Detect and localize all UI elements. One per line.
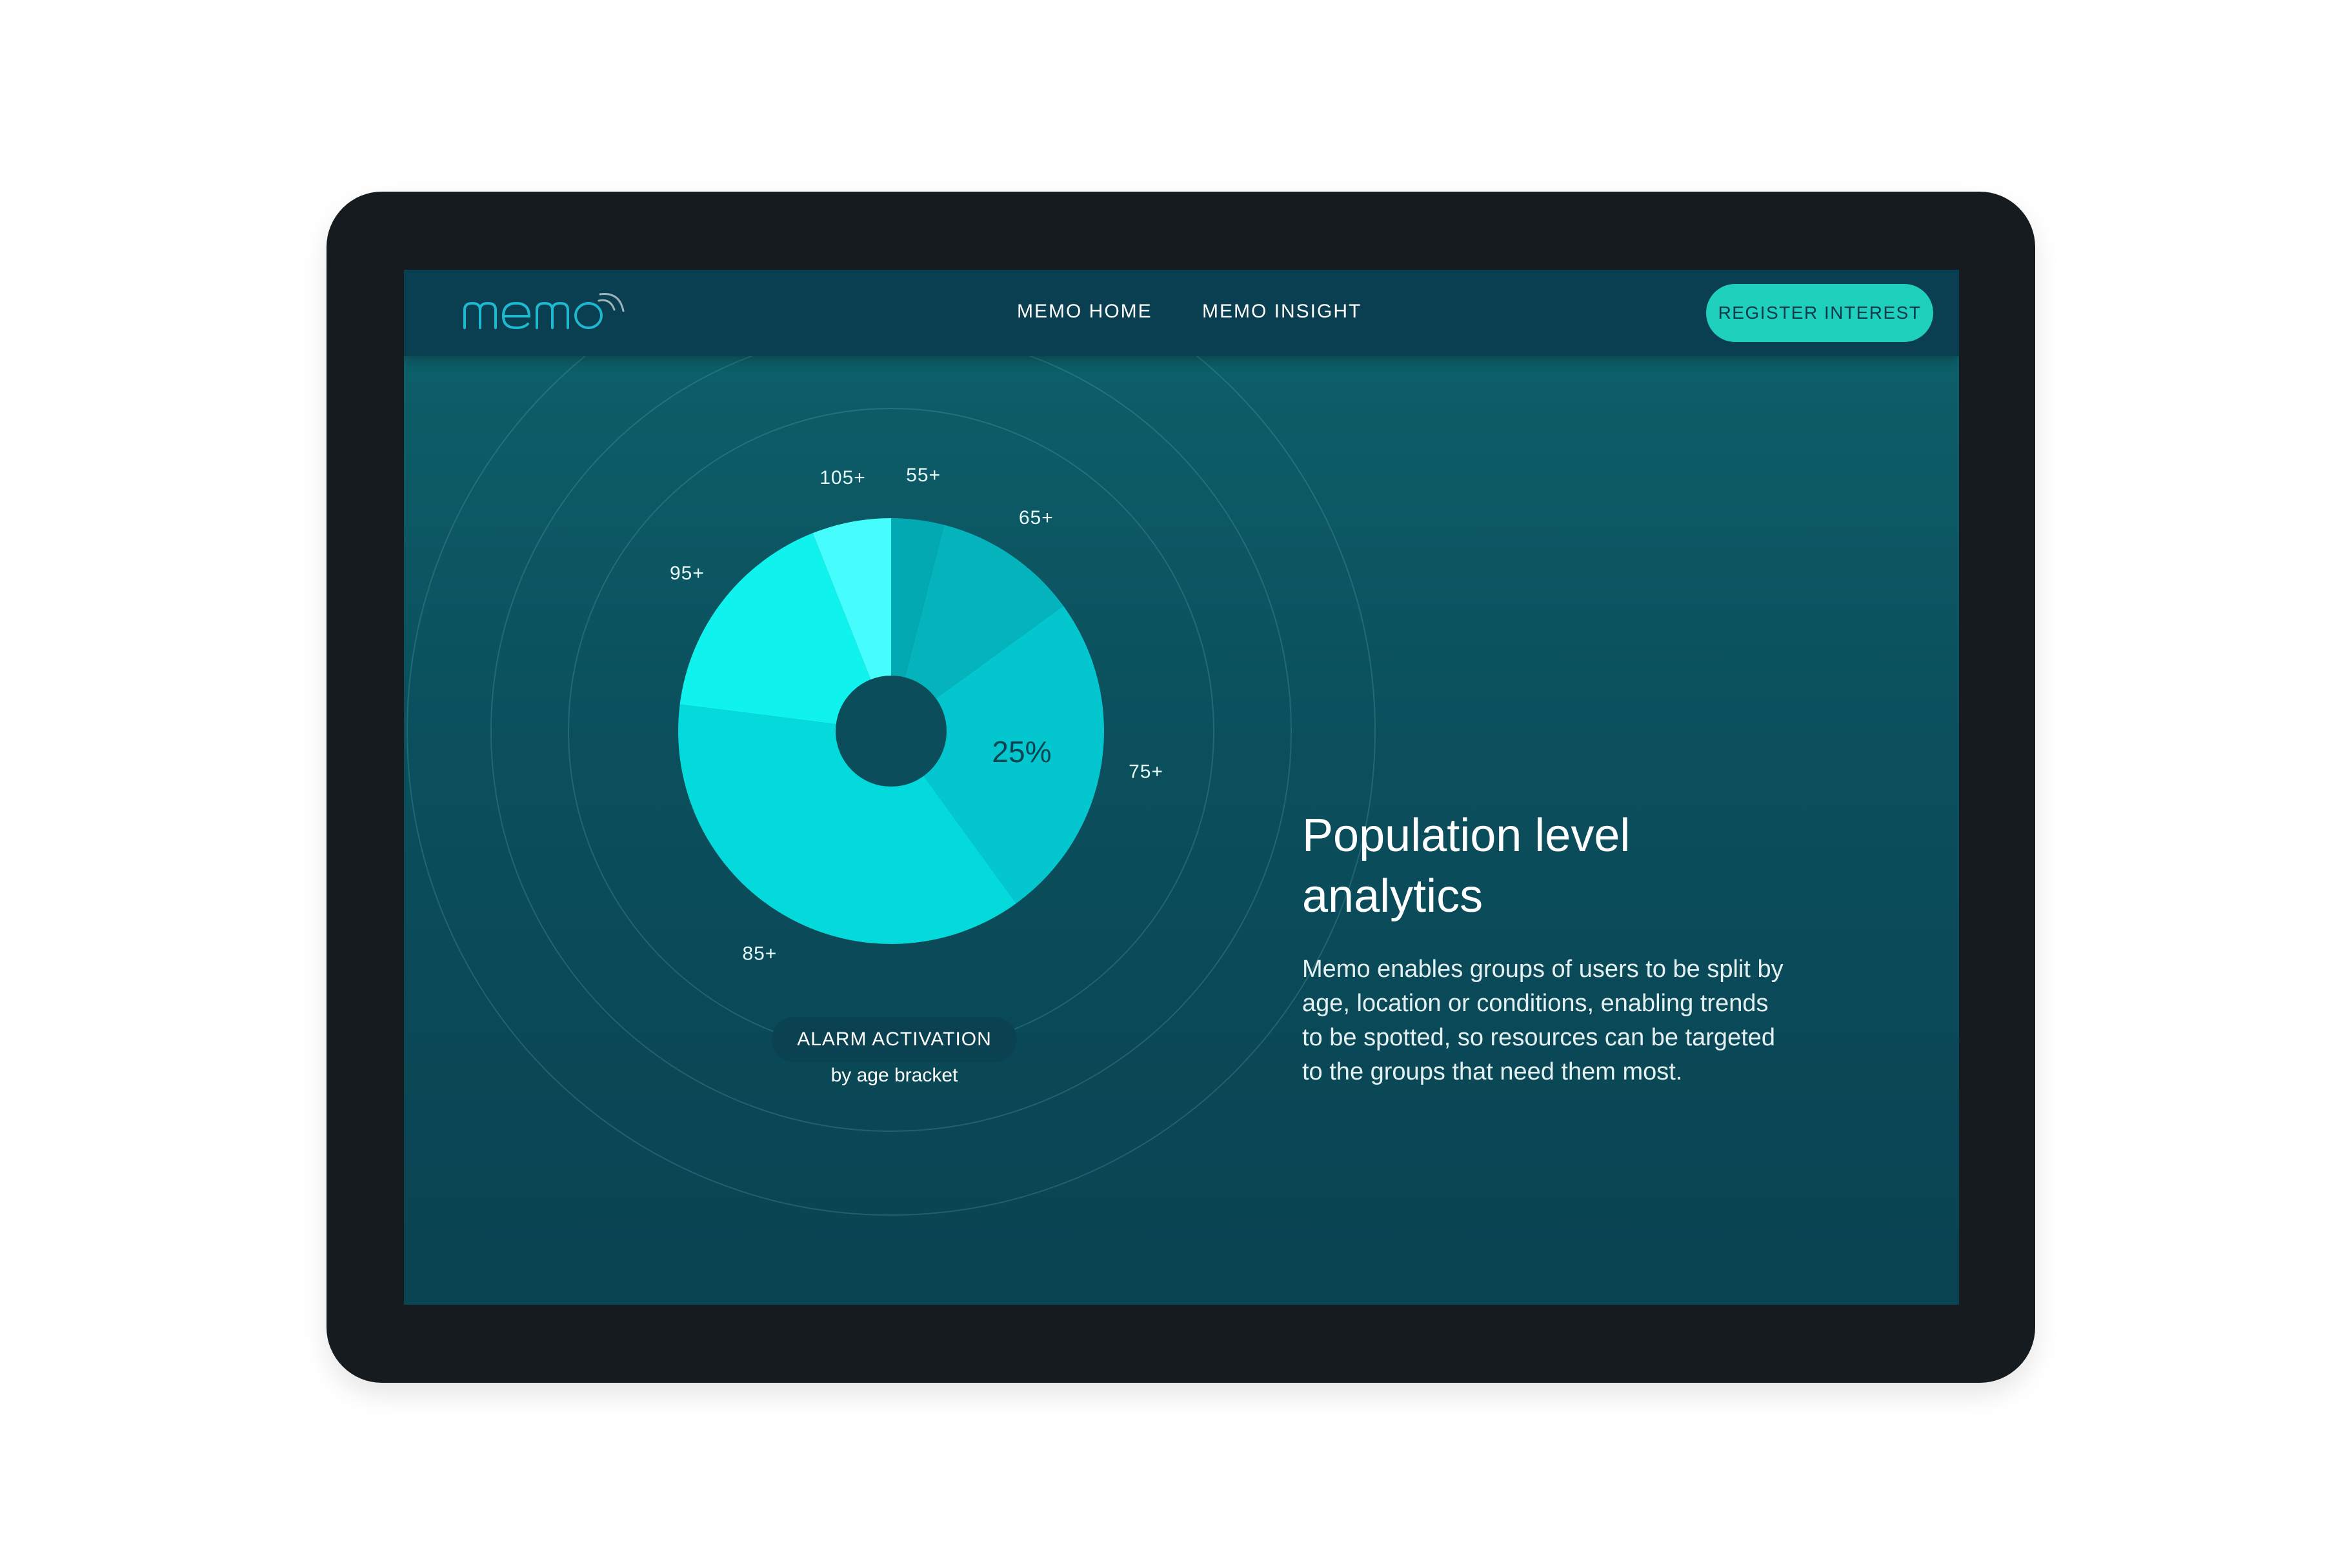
slice-label: 65+ <box>1019 507 1054 528</box>
heading-line-2: analytics <box>1302 870 1483 922</box>
slice-label: 75+ <box>1129 761 1163 783</box>
section-body-text: Memo enables groups of users to be split… <box>1302 956 1784 1085</box>
pie-chart: 55+ 65+ 75+ 85+ 95+ 105+ 25% <box>407 270 1376 1216</box>
chart-title-pill: ALARM ACTIVATION <box>772 1017 1017 1062</box>
section-heading: Population level analytics <box>1302 805 1818 927</box>
highlight-percentage: 25% <box>992 735 1051 769</box>
nav-link-memo-insight[interactable]: MEMO INSIGHT <box>1202 301 1362 323</box>
top-navbar: memo MEMO HOME MEMO INSIGHT REGISTER INT… <box>404 270 1959 356</box>
slice-label: 85+ <box>742 943 777 964</box>
register-interest-button[interactable]: REGISTER INTEREST <box>1706 284 1933 342</box>
chart-subtitle: by age bracket <box>830 1065 958 1086</box>
nav-link-memo-home[interactable]: MEMO HOME <box>1017 301 1152 323</box>
slice-label: 105+ <box>819 467 866 488</box>
slice-label: 95+ <box>670 563 705 584</box>
slice-label: 55+ <box>906 465 941 486</box>
pie-center-hole <box>836 676 947 787</box>
app-screen: 55+ 65+ 75+ 85+ 95+ 105+ 25% memo MEMO HOME M… <box>404 270 1959 1305</box>
memo-logo[interactable]: memo <box>462 290 630 336</box>
heading-line-1: Population level <box>1302 810 1631 861</box>
